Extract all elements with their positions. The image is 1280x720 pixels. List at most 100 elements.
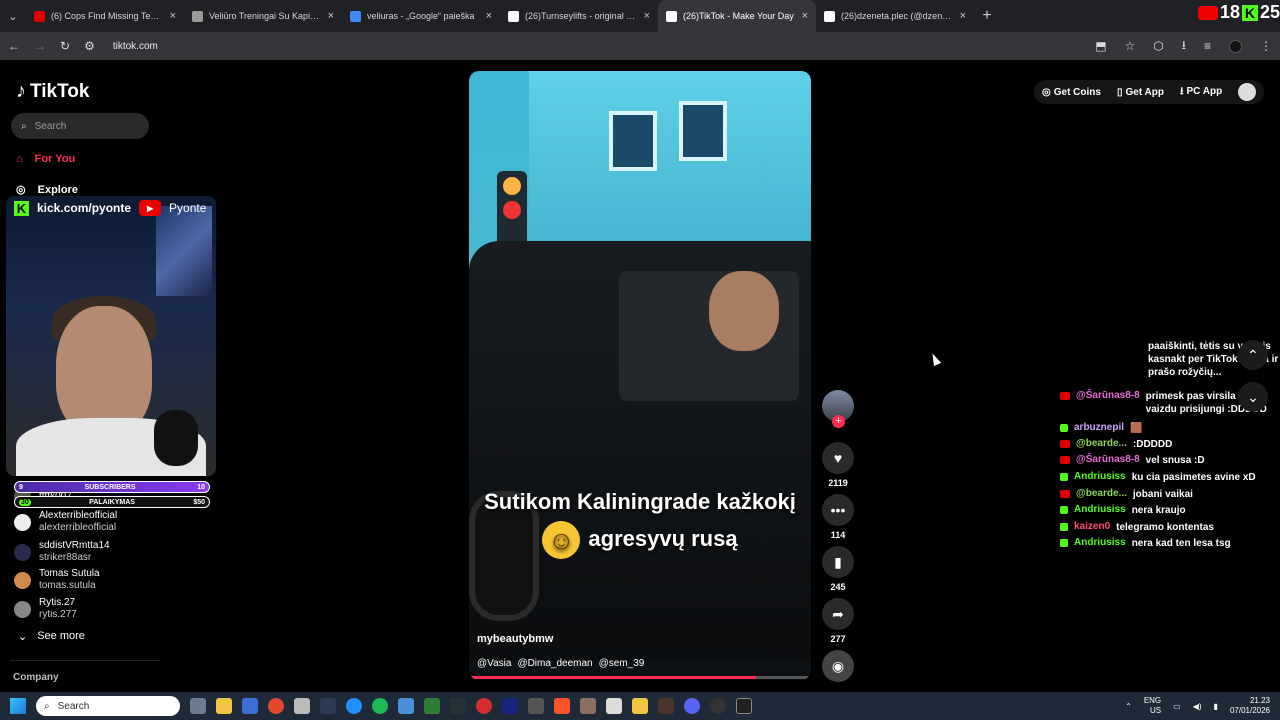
- tray-expand-icon[interactable]: ⌃: [1125, 702, 1132, 711]
- chrome-icon[interactable]: [268, 698, 284, 714]
- following-account[interactable]: Rytis.27 rytis.277: [14, 597, 174, 621]
- chat-username: Andriusiss: [1074, 537, 1126, 548]
- video-progress-bar[interactable]: [469, 676, 811, 679]
- network-icon[interactable]: ▭: [1173, 702, 1181, 711]
- reload-icon[interactable]: ↻: [60, 39, 70, 53]
- youtube-icon: ▶: [139, 200, 162, 216]
- following-account[interactable]: sddistVRmtta14 striker88asr: [14, 540, 174, 564]
- app-icon[interactable]: [528, 698, 544, 714]
- app-icon[interactable]: [294, 698, 310, 714]
- save-count: 245: [830, 582, 846, 592]
- taskbar-search[interactable]: ⌕ Search: [36, 696, 180, 716]
- app-icon[interactable]: [476, 698, 492, 714]
- app-icon[interactable]: [450, 698, 466, 714]
- clock[interactable]: 21.23 07/01/2026: [1230, 696, 1270, 716]
- extensions-icon[interactable]: ⬡: [1153, 39, 1163, 53]
- close-tab-icon[interactable]: ×: [960, 10, 966, 22]
- see-more-button[interactable]: ⌄ See more: [18, 630, 85, 643]
- tiktok-logo[interactable]: ♪ TikTok: [16, 80, 89, 103]
- company-link[interactable]: Company: [13, 672, 59, 683]
- bookmark-star-icon[interactable]: ☆: [1125, 39, 1136, 53]
- video-author[interactable]: mybeautybmw: [477, 633, 553, 645]
- language-indicator[interactable]: ENG US: [1144, 696, 1161, 716]
- goal-right: $50: [193, 498, 205, 506]
- youtube-channel: Pyonte: [169, 201, 207, 215]
- browser-tab[interactable]: veliuras - „Google“ paieška ×: [342, 0, 500, 32]
- close-tab-icon[interactable]: ×: [328, 10, 334, 22]
- video-tag[interactable]: @sem_39: [599, 658, 645, 669]
- close-tab-icon[interactable]: ×: [802, 10, 808, 22]
- chat-username: kaizen0: [1074, 521, 1111, 532]
- tab-search-button[interactable]: ⌄: [0, 10, 26, 23]
- premiere-icon[interactable]: [502, 698, 518, 714]
- photos-icon[interactable]: [398, 698, 414, 714]
- app-icon[interactable]: [606, 698, 622, 714]
- following-account[interactable]: Alexterribleofficial alexterribleofficial: [14, 510, 174, 534]
- video-tag[interactable]: @Vasia: [477, 658, 511, 669]
- app-icon[interactable]: [658, 698, 674, 714]
- get-coins-button[interactable]: ◎ Get Coins: [1042, 87, 1101, 98]
- comment-button[interactable]: ••• 114: [820, 494, 856, 540]
- site-info-icon[interactable]: ⚙: [84, 39, 95, 53]
- share-button[interactable]: ➦ 277: [820, 598, 856, 644]
- app-icon[interactable]: [632, 698, 648, 714]
- windows-taskbar: ⌕ Search ⌃ ENG US ▭ ◀) ▮ 21.23 07/01/202…: [0, 692, 1280, 720]
- search-input[interactable]: ⌕ Search: [11, 113, 149, 139]
- battery-icon[interactable]: ▮: [1214, 702, 1218, 711]
- browser-tab[interactable]: (26)TikTok - Make Your Day ×: [658, 0, 816, 32]
- close-tab-icon[interactable]: ×: [486, 10, 492, 22]
- app-icon[interactable]: [580, 698, 596, 714]
- new-tab-button[interactable]: +: [974, 7, 1000, 25]
- menu-icon[interactable]: ⋮: [1260, 39, 1272, 53]
- app-icon[interactable]: [736, 698, 752, 714]
- obs-icon[interactable]: [710, 698, 726, 714]
- user-avatar[interactable]: [1238, 83, 1257, 101]
- url-field[interactable]: tiktok.com: [113, 41, 158, 52]
- app-icon[interactable]: [424, 698, 440, 714]
- file-explorer-icon[interactable]: [216, 698, 232, 714]
- chat-username: @bearde...: [1076, 488, 1127, 499]
- share-count: 277: [830, 634, 846, 644]
- profile-avatar[interactable]: [1229, 39, 1242, 53]
- windows-start-icon[interactable]: [10, 698, 26, 714]
- volume-icon[interactable]: ◀): [1193, 702, 1202, 711]
- author-avatar-button[interactable]: +: [820, 390, 856, 428]
- browser-tab[interactable]: Veliūro Treningai Su Kapišonu - ×: [184, 0, 342, 32]
- nav-explore[interactable]: ◎ Explore: [16, 183, 78, 197]
- close-tab-icon[interactable]: ×: [644, 10, 650, 22]
- previous-video-button[interactable]: ⌃: [1238, 340, 1268, 370]
- chat-username: arbuznepil: [1074, 422, 1125, 433]
- chat-text: jobani vaikai: [1132, 489, 1193, 500]
- downloads-icon[interactable]: ⭳: [1182, 36, 1186, 57]
- discord-icon[interactable]: [684, 698, 700, 714]
- video-player[interactable]: Sutikom Kaliningrade kažkokį ☺ agresyvų r…: [469, 71, 811, 680]
- like-button[interactable]: ♥ 2119: [820, 442, 856, 488]
- pc-app-button[interactable]: ⭳ PC App: [1180, 84, 1222, 101]
- chat-username: Andriusiss: [1074, 504, 1126, 515]
- next-video-button[interactable]: ⌄: [1238, 382, 1268, 412]
- edge-icon[interactable]: [346, 698, 362, 714]
- back-icon[interactable]: ←: [8, 39, 20, 53]
- forward-icon[interactable]: →: [34, 39, 46, 53]
- task-view-icon[interactable]: [190, 698, 206, 714]
- media-controls-icon[interactable]: ≡: [1204, 39, 1211, 53]
- close-tab-icon[interactable]: ×: [170, 10, 176, 22]
- follow-plus-icon[interactable]: +: [832, 415, 845, 428]
- app-icon[interactable]: [320, 698, 336, 714]
- favicon-icon: [350, 10, 361, 22]
- share-icon: ➦: [822, 598, 854, 630]
- install-app-icon[interactable]: ⬒: [1095, 39, 1106, 53]
- following-account[interactable]: Tomas Sutula tomas.sutula: [14, 568, 174, 592]
- browser-tab[interactable]: (26)dzeneta.plec (@dzeneta.ple ×: [816, 0, 974, 32]
- store-icon[interactable]: [242, 698, 258, 714]
- brave-icon[interactable]: [554, 698, 570, 714]
- nav-for-you[interactable]: ⌂ For You: [16, 153, 75, 165]
- video-tag[interactable]: @Dima_deeman: [517, 658, 592, 669]
- spotify-icon[interactable]: [372, 698, 388, 714]
- save-button[interactable]: ▮ 245: [820, 546, 856, 592]
- browser-tab[interactable]: (6) Cops Find Missing Teen's Bo ×: [26, 0, 184, 32]
- music-disc-button[interactable]: ◉: [820, 650, 856, 682]
- chat-username: @bearde...: [1076, 438, 1127, 449]
- browser-tab[interactable]: (26)Turnseylifts - original sound ×: [500, 0, 658, 32]
- get-app-button[interactable]: ▯ Get App: [1117, 87, 1164, 98]
